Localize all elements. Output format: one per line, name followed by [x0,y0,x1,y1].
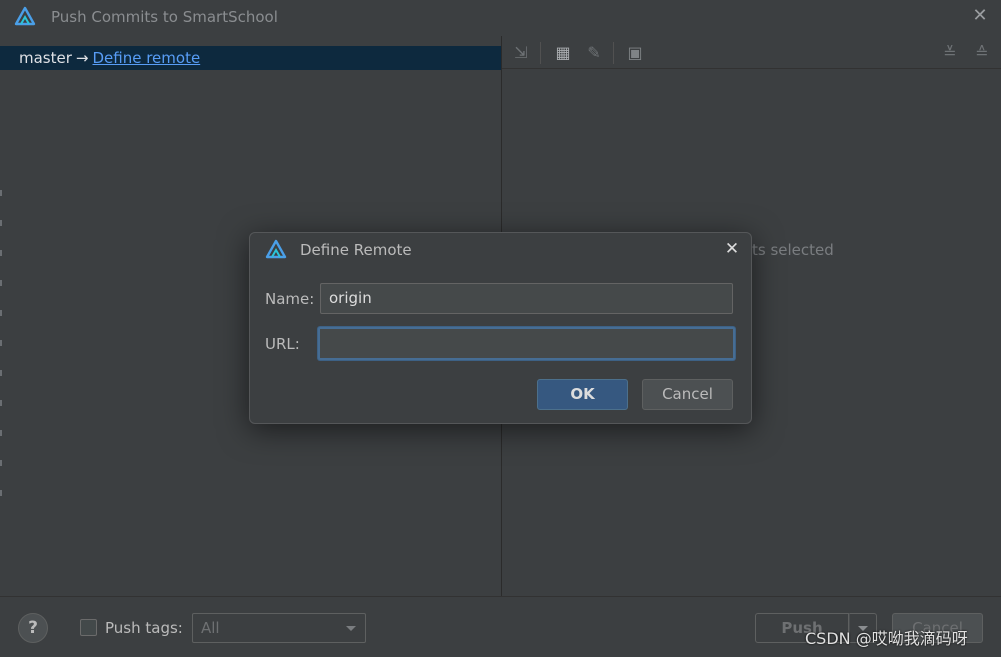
branch-name: master [19,49,72,67]
app-logo-icon [14,6,36,26]
url-label: URL: [265,335,300,353]
dialog-title: Define Remote [300,241,412,259]
collapse-all-icon[interactable]: ≙ [971,42,993,64]
watermark: CSDN @哎呦我滴码呀 [805,629,968,648]
tags-select[interactable]: All [192,613,366,643]
url-input[interactable] [318,327,735,360]
expand-all-icon[interactable]: ≚ [939,42,961,64]
dialog-footer: ? Push tags: All Push Cancel CSDN @哎呦我滴码… [0,596,1001,657]
toolbar-separator [540,42,541,64]
title-bar: Push Commits to SmartSchool ✕ [0,0,1001,36]
empty-state-text: ts selected [752,241,834,259]
push-tags-label: Push tags: [105,619,183,637]
details-toolbar: ⇲ ▦ ✎ ▣ ≚ ≙ [502,36,1001,69]
chevron-down-icon [346,626,356,631]
left-edge-marks [0,190,3,550]
diff-icon[interactable]: ▣ [624,42,646,64]
define-remote-dialog: Define Remote ✕ Name: origin URL: OK Can… [249,232,752,424]
app-logo-icon [265,239,287,259]
close-icon[interactable]: ✕ [968,4,992,28]
branch-row[interactable]: master → Define remote [0,46,501,70]
name-label: Name: [265,290,315,308]
edit-icon[interactable]: ✎ [583,42,605,64]
toolbar-separator [613,42,614,64]
define-remote-link[interactable]: Define remote [92,49,200,67]
name-input[interactable]: origin [320,283,733,314]
push-tags-checkbox[interactable] [80,619,97,636]
dialog-cancel-button[interactable]: Cancel [642,379,733,410]
tags-select-value: All [201,619,220,637]
group-icon[interactable]: ▦ [552,42,574,64]
window-title: Push Commits to SmartSchool [51,8,278,26]
ok-button[interactable]: OK [537,379,628,410]
arrow-icon: → [75,49,89,67]
help-button[interactable]: ? [18,613,48,643]
close-icon[interactable]: ✕ [720,237,744,261]
collapse-icon[interactable]: ⇲ [510,42,532,64]
